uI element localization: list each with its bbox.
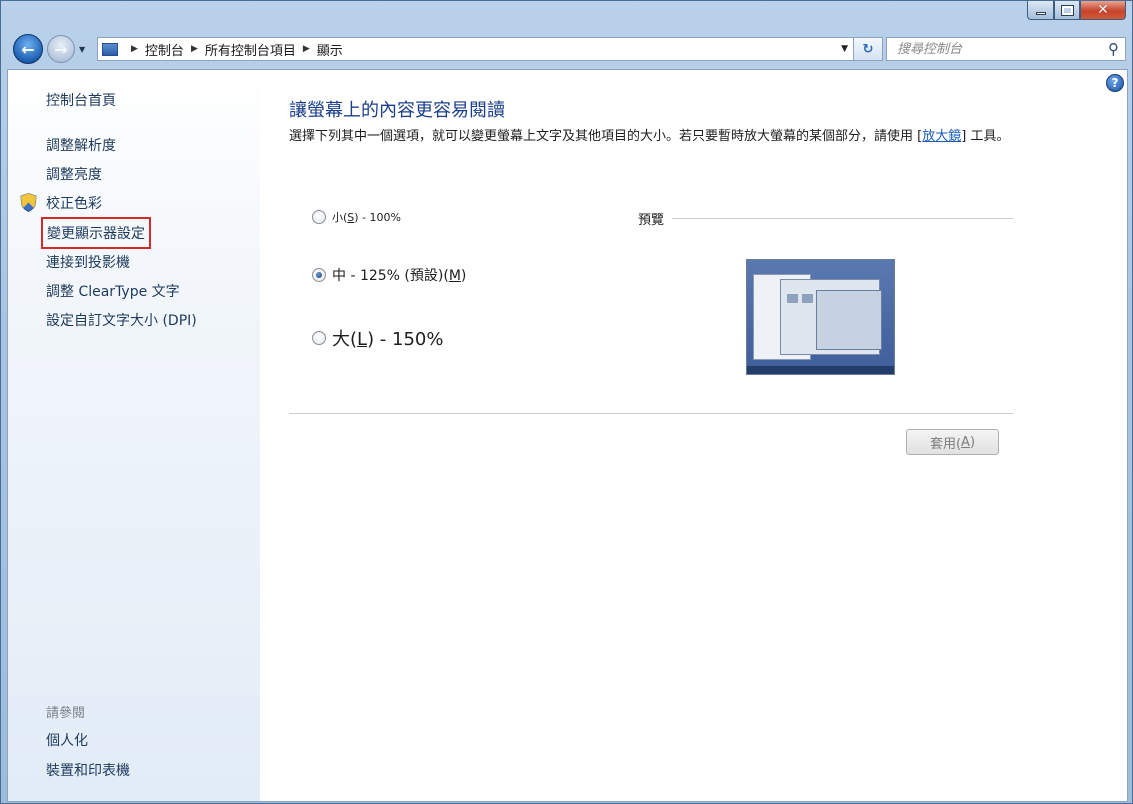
preview-divider [672,218,1013,219]
apply-button[interactable]: 套用(A) [906,429,999,455]
uac-shield-icon [20,193,37,212]
recent-pages-dropdown[interactable]: ▼ [79,45,85,54]
magnifier-link[interactable]: 放大鏡 [922,129,961,144]
task-pane: 控制台首頁 調整解析度 調整亮度 校正色彩 變更顯示器設定 連接到投影機 調整 … [8,70,260,801]
breadcrumb-display[interactable]: 顯示 [317,40,343,59]
control-panel-icon [102,43,118,56]
see-also-devices-printers[interactable]: 裝置和印表機 [46,760,130,780]
preview-label: 預覽 [638,209,664,228]
preview-window-front [816,290,882,350]
close-icon: ✕ [1097,2,1109,18]
radio-large[interactable] [312,331,326,345]
minimize-button[interactable] [1027,1,1054,20]
search-input[interactable] [897,42,1097,57]
navigation-bar: ← → ▼ ▶ 控制台 ▶ 所有控制台項目 ▶ 顯示 ▼ ↻ ⚲ [9,33,1126,65]
preview-image [746,259,895,375]
page-title: 讓螢幕上的內容更容易閱讀 [289,96,505,122]
arrow-right-icon: → [54,40,67,59]
see-also-personalization[interactable]: 個人化 [46,730,88,750]
sidebar-item-cleartype[interactable]: 調整 ClearType 文字 [46,281,180,301]
description-text-end: ] 工具。 [961,129,1009,144]
sidebar-item-connect-projector[interactable]: 連接到投影機 [46,252,130,272]
radio-medium[interactable] [312,268,326,282]
option-medium[interactable]: 中 - 125% (預設)(M) [312,265,466,285]
window-controls: ✕ [1027,1,1126,21]
breadcrumb-control-panel[interactable]: 控制台 [145,40,184,59]
option-small-label: 小(S) - 100% [332,209,401,225]
back-button[interactable]: ← [13,34,43,64]
address-bar[interactable]: ▶ 控制台 ▶ 所有控制台項目 ▶ 顯示 ▼ [97,37,855,61]
sidebar-home-link[interactable]: 控制台首頁 [46,90,116,110]
breadcrumb-all-items[interactable]: 所有控制台項目 [205,40,296,59]
chevron-right-icon[interactable]: ▶ [131,44,138,54]
section-divider [289,413,1013,414]
page-description: 選擇下列其中一個選項，就可以變更螢幕上文字及其他項目的大小。若只要暫時放大螢幕的… [289,127,1019,147]
sidebar-item-change-display-settings[interactable]: 變更顯示器設定 [46,222,146,244]
chevron-right-icon[interactable]: ▶ [191,44,198,54]
forward-button[interactable]: → [47,35,75,63]
preview-taskbar [747,366,894,374]
sidebar-item-brightness[interactable]: 調整亮度 [46,164,102,184]
maximize-button[interactable] [1054,1,1080,20]
sidebar-item-custom-dpi[interactable]: 設定自訂文字大小 (DPI) [46,310,197,330]
sidebar-item-calibrate-color[interactable]: 校正色彩 [46,193,102,213]
close-button[interactable]: ✕ [1080,1,1126,20]
maximize-icon [1062,6,1073,15]
arrow-left-icon: ← [21,40,34,59]
content-area: 控制台首頁 調整解析度 調整亮度 校正色彩 變更顯示器設定 連接到投影機 調整 … [7,69,1128,802]
sidebar-item-resolution[interactable]: 調整解析度 [46,135,116,155]
option-medium-label: 中 - 125% (預設)(M) [332,265,466,285]
preview-group: 預覽 [638,209,1013,228]
radio-small[interactable] [312,210,326,224]
window-frame: ✕ ← → ▼ ▶ 控制台 ▶ 所有控制台項目 ▶ 顯示 ▼ ↻ ⚲ [0,0,1133,804]
chevron-down-icon[interactable]: ▼ [841,44,848,54]
refresh-icon: ↻ [863,42,874,57]
option-small[interactable]: 小(S) - 100% [312,209,401,225]
minimize-icon [1036,12,1046,15]
description-text: 選擇下列其中一個選項，就可以變更螢幕上文字及其他項目的大小。若只要暫時放大螢幕的… [289,129,922,144]
search-icon[interactable]: ⚲ [1108,40,1119,58]
main-panel: 讓螢幕上的內容更容易閱讀 選擇下列其中一個選項，就可以變更螢幕上文字及其他項目的… [260,70,1127,801]
search-box[interactable]: ⚲ [886,37,1126,61]
option-large[interactable]: 大(L) - 150% [312,325,443,351]
see-also-heading: 請參閱 [46,702,85,721]
chevron-right-icon[interactable]: ▶ [303,44,310,54]
option-large-label: 大(L) - 150% [332,325,443,351]
refresh-button[interactable]: ↻ [853,37,883,61]
